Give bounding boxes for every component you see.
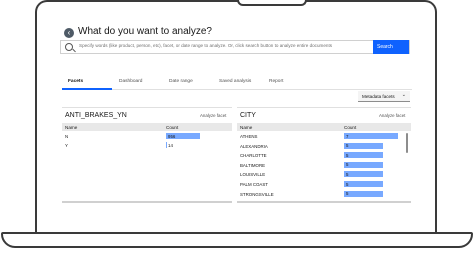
metadata-dropdown-label: Metadata facets bbox=[362, 94, 395, 99]
count-bar bbox=[344, 133, 398, 139]
back-arrow-icon[interactable]: ‹ bbox=[64, 28, 74, 38]
row-name: BALTIMORE bbox=[240, 162, 266, 168]
table-row[interactable]: STRONGSVILLE 5 bbox=[237, 190, 411, 199]
row-name: CHARLOTTE bbox=[240, 153, 267, 159]
search-button[interactable]: Search bbox=[373, 40, 409, 54]
row-count: 5 bbox=[346, 143, 349, 149]
laptop-notch bbox=[237, 0, 307, 6]
row-count: 14 bbox=[168, 142, 173, 148]
table-row[interactable]: CHARLOTTE 5 bbox=[237, 151, 411, 160]
row-count: 5 bbox=[346, 162, 349, 168]
table-row[interactable]: LOUISVILLE 5 bbox=[237, 170, 411, 179]
count-bar bbox=[344, 181, 383, 187]
search-bar: Specify words (like product, person, etc… bbox=[60, 40, 410, 54]
count-bar bbox=[166, 142, 167, 148]
analyze-facet-link[interactable]: Analyze facet bbox=[200, 113, 226, 118]
table-row[interactable]: N 956 bbox=[62, 132, 232, 141]
table-row[interactable]: Y 14 bbox=[62, 141, 232, 150]
active-tab-indicator bbox=[62, 88, 112, 90]
row-name: ALEXANDRIA bbox=[240, 143, 268, 149]
row-count: 5 bbox=[346, 181, 349, 187]
row-name: Y bbox=[65, 143, 68, 148]
row-count: 7 bbox=[346, 133, 349, 139]
metadata-facets-dropdown[interactable]: Metadata facets ⌄ bbox=[358, 91, 410, 102]
panel-bottom-border bbox=[237, 201, 411, 203]
row-name: ATHENS bbox=[240, 134, 258, 139]
scrollbar[interactable] bbox=[406, 133, 408, 153]
tab-date-range[interactable]: Date range bbox=[169, 79, 193, 84]
row-name: PALM COAST bbox=[240, 182, 268, 187]
search-icon bbox=[65, 43, 73, 51]
panel-bottom-border bbox=[62, 201, 232, 203]
panel-title: CITY bbox=[240, 112, 256, 119]
tab-saved-analysis[interactable]: Saved analysis bbox=[219, 79, 251, 84]
facet-panel-anti-brakes: ANTI_BRAKES_YN Analyze facet Name Count … bbox=[62, 107, 232, 203]
tab-report[interactable]: Report bbox=[269, 79, 283, 84]
tab-dashboard[interactable]: Dashboard bbox=[119, 79, 142, 84]
row-name: LOUISVILLE bbox=[240, 172, 266, 178]
column-header-count: Count bbox=[166, 124, 179, 130]
row-count: 5 bbox=[346, 171, 349, 177]
facet-panel-city: CITY Analyze facet Name Count ATHENS 7 ALE… bbox=[237, 107, 411, 203]
analyze-facet-link[interactable]: Analyze facet bbox=[379, 113, 405, 118]
column-header-name: Name bbox=[65, 124, 78, 130]
table-row[interactable]: BALTIMORE 5 bbox=[237, 161, 411, 170]
row-count: 956 bbox=[168, 133, 176, 139]
table-header: Name Count bbox=[237, 123, 411, 131]
count-bar bbox=[344, 190, 383, 197]
row-count: 5 bbox=[346, 191, 349, 197]
count-bar bbox=[344, 142, 383, 149]
page-title: What do you want to analyze? bbox=[78, 26, 212, 37]
row-count: 5 bbox=[346, 152, 349, 158]
row-name: N bbox=[65, 134, 69, 139]
laptop-base bbox=[1, 232, 473, 248]
tab-facets[interactable]: Facets bbox=[68, 79, 83, 84]
table-row[interactable]: PALM COAST 5 bbox=[237, 180, 411, 189]
table-row[interactable]: ALEXANDRIA 5 bbox=[237, 142, 411, 151]
count-bar bbox=[344, 171, 383, 178]
search-input[interactable]: Specify words (like product, person, etc… bbox=[79, 43, 369, 48]
tab-bar: Facets Dashboard Date range Saved analys… bbox=[62, 77, 412, 90]
count-bar bbox=[344, 152, 383, 159]
panel-title: ANTI_BRAKES_YN bbox=[65, 112, 127, 119]
app-screen: ‹ What do you want to analyze? Specify w… bbox=[56, 21, 416, 226]
row-name: STRONGSVILLE bbox=[240, 191, 274, 197]
table-header: Name Count bbox=[62, 123, 232, 131]
chevron-down-icon: ⌄ bbox=[401, 92, 406, 98]
column-header-name: Name bbox=[240, 124, 253, 130]
count-bar bbox=[344, 161, 383, 168]
table-row[interactable]: ATHENS 7 bbox=[237, 132, 411, 141]
column-header-count: Count bbox=[344, 124, 357, 130]
